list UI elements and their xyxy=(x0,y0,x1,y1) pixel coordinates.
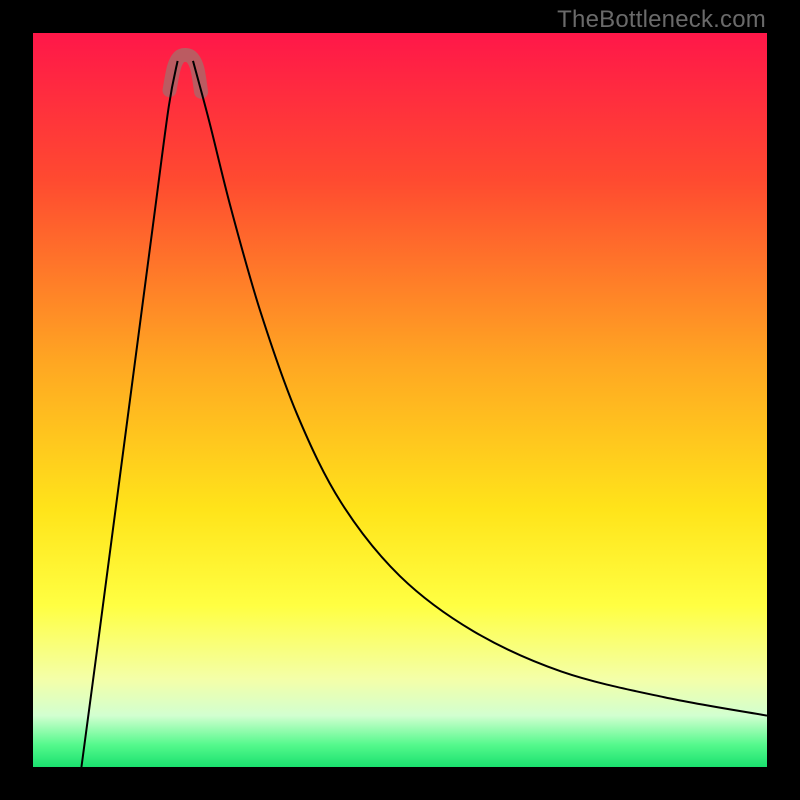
watermark-text: TheBottleneck.com xyxy=(557,6,766,34)
curve-layer xyxy=(33,33,767,767)
plot-area xyxy=(33,33,767,767)
chart-frame: TheBottleneck.com xyxy=(0,0,800,800)
series-right-branch xyxy=(193,61,767,716)
series-left-branch xyxy=(81,61,177,767)
